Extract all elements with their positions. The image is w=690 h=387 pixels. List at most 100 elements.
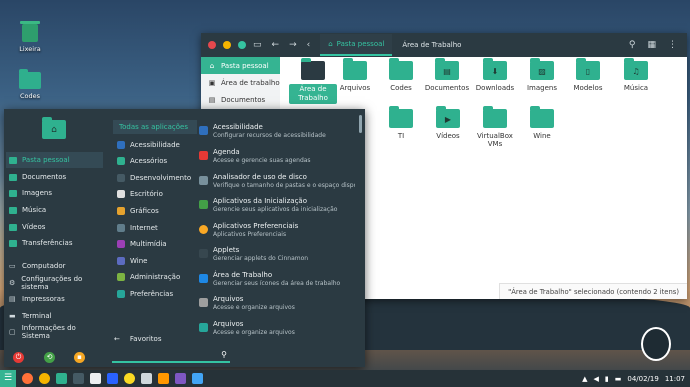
folder-icon bbox=[389, 58, 413, 80]
image-viewer-icon[interactable] bbox=[124, 373, 135, 384]
place-images[interactable]: Imagens bbox=[6, 185, 103, 201]
chevron-left-icon[interactable]: ‹ bbox=[307, 40, 311, 50]
calendar-icon bbox=[199, 151, 208, 160]
search-icon[interactable]: ⚲ bbox=[629, 40, 636, 50]
place-documents[interactable]: Documentos bbox=[6, 169, 103, 185]
sidebar-item-home[interactable]: ⌂ Pasta pessoal bbox=[201, 57, 280, 74]
file-item-downloads[interactable]: ⬇ Downloads bbox=[471, 58, 519, 92]
app-name: Arquivos bbox=[213, 320, 244, 328]
firefox-icon[interactable] bbox=[22, 373, 33, 384]
place-transfers[interactable]: Transferências bbox=[6, 235, 103, 251]
app-name: Aplicativos da Inicialização bbox=[213, 197, 308, 205]
place-label: Vídeos bbox=[22, 223, 46, 231]
file-item-modelos[interactable]: ▯ Modelos bbox=[564, 58, 612, 92]
terminal-icon[interactable] bbox=[73, 373, 84, 384]
system-computer[interactable]: ▭ Computador bbox=[6, 258, 103, 274]
category-item[interactable]: Desenvolvimento bbox=[117, 170, 201, 186]
vlc-icon[interactable] bbox=[158, 373, 169, 384]
mail-icon[interactable] bbox=[141, 373, 152, 384]
menu-button[interactable]: ☰ bbox=[0, 370, 16, 387]
forward-icon[interactable]: → bbox=[289, 40, 297, 50]
app-item[interactable]: Arquivos Acesse e organize arquivos bbox=[199, 320, 354, 344]
file-item-virtualbox[interactable]: VirtualBox VMs bbox=[471, 106, 519, 148]
category-item[interactable]: Acessórios bbox=[117, 153, 201, 169]
search-icon[interactable]: ⚲ bbox=[221, 350, 227, 359]
document-icon: ▤ bbox=[208, 95, 216, 104]
category-item[interactable]: Wine bbox=[117, 253, 201, 269]
breadcrumb-home[interactable]: ⌂ Pasta pessoal bbox=[320, 34, 393, 56]
favorites-button[interactable]: ← Favoritos bbox=[114, 335, 161, 343]
app-item[interactable]: Arquivos Acesse e organize arquivos bbox=[199, 295, 354, 319]
file-item-imagens[interactable]: ▨ Imagens bbox=[518, 58, 566, 92]
app-icon[interactable] bbox=[192, 373, 203, 384]
drive-icon[interactable]: ▭ bbox=[253, 40, 262, 50]
category-label: Multimídia bbox=[130, 240, 167, 248]
apps-scrollbar[interactable] bbox=[359, 115, 362, 133]
app-item[interactable]: Analisador de uso de disco Verifique o ta… bbox=[199, 173, 355, 197]
category-item[interactable]: Preferências bbox=[117, 286, 201, 302]
file-item-musica[interactable]: ♫ Música bbox=[612, 58, 660, 92]
files-icon[interactable] bbox=[56, 373, 67, 384]
category-item[interactable]: Multimídia bbox=[117, 236, 201, 252]
flag-icon[interactable]: ▬ bbox=[615, 375, 622, 383]
system-info[interactable]: ▢ Informações do Sistema bbox=[6, 324, 103, 340]
system-terminal[interactable]: ▬ Terminal bbox=[6, 308, 103, 324]
maximize-button[interactable] bbox=[238, 41, 246, 49]
category-item[interactable]: Acessibilidade bbox=[117, 137, 201, 153]
system-settings[interactable]: ⚙ Configurações do sistema bbox=[6, 275, 103, 291]
category-item[interactable]: Gráficos bbox=[117, 203, 201, 219]
app-item[interactable]: Applets Gerenciar applets do Cinnamon bbox=[199, 246, 354, 270]
file-item-arquivos[interactable]: Arquivos bbox=[331, 58, 379, 92]
app-item[interactable]: Agenda Acesse e gerencie suas agendas bbox=[199, 148, 354, 172]
desktop-icon-trash[interactable]: Lixeira bbox=[10, 21, 50, 53]
launcher-icon[interactable] bbox=[175, 373, 186, 384]
category-all[interactable]: Todas as aplicações bbox=[113, 120, 197, 134]
tray-time[interactable]: 11:07 bbox=[665, 375, 685, 383]
text-editor-icon[interactable] bbox=[90, 373, 101, 384]
category-item[interactable]: Escritório bbox=[117, 186, 201, 202]
tray-date[interactable]: 04/02/19 bbox=[627, 375, 658, 383]
file-item-wine[interactable]: Wine bbox=[518, 106, 566, 140]
file-item-ti[interactable]: TI bbox=[377, 106, 425, 140]
back-icon[interactable]: ← bbox=[272, 40, 280, 50]
place-home[interactable]: Pasta pessoal bbox=[6, 152, 103, 168]
app-item[interactable]: Área de Trabalho Gerenciar seus ícones da… bbox=[199, 271, 354, 295]
folder-icon bbox=[9, 189, 17, 197]
app-desc: Verifique o tamanho de pastas e o espaço… bbox=[213, 182, 355, 189]
sidebar-item-desktop[interactable]: ▣ Área de trabalho bbox=[201, 74, 280, 91]
app-item[interactable]: Aplicativos da Inicialização Gerencie seu… bbox=[199, 197, 354, 221]
file-item-desktop[interactable]: Área de Trabalho bbox=[289, 58, 337, 104]
file-item-label: Codes bbox=[390, 84, 412, 92]
breadcrumb-current[interactable]: Área de Trabalho bbox=[392, 41, 471, 49]
search-input[interactable] bbox=[112, 349, 212, 357]
app-item[interactable]: Acessibilidade Configurar recursos de ace… bbox=[199, 123, 354, 147]
system-printers[interactable]: ▤ Impressoras bbox=[6, 291, 103, 307]
music-folder-icon: ♫ bbox=[624, 58, 648, 80]
sidebar-item-documents[interactable]: ▤ Documentos bbox=[201, 91, 280, 108]
computer-icon: ▭ bbox=[9, 261, 16, 270]
place-music[interactable]: Música bbox=[6, 202, 103, 218]
lock-icon[interactable]: ▪ bbox=[74, 352, 85, 363]
file-item-videos[interactable]: ▶ Vídeos bbox=[424, 106, 472, 140]
grid-view-icon[interactable]: ▦ bbox=[647, 40, 656, 50]
shutdown-icon[interactable]: ⏻ bbox=[13, 352, 24, 363]
vscode-icon[interactable] bbox=[107, 373, 118, 384]
battery-icon[interactable]: ▮ bbox=[605, 375, 609, 383]
volume-icon[interactable]: ◀ bbox=[593, 375, 598, 383]
category-item[interactable]: Internet bbox=[117, 220, 201, 236]
desktop-icon-codes[interactable]: Codes bbox=[10, 69, 50, 100]
close-button[interactable] bbox=[208, 41, 216, 49]
category-item[interactable]: Administração bbox=[117, 269, 201, 285]
app-item[interactable]: Aplicativos Preferenciais Aplicativos Pre… bbox=[199, 222, 354, 246]
place-videos[interactable]: Vídeos bbox=[6, 219, 103, 235]
start-menu: ⌂ Pasta pessoal Documentos Imagens Músic… bbox=[4, 109, 365, 367]
file-item-documentos[interactable]: ▤ Documentos bbox=[423, 58, 471, 92]
folder-icon bbox=[483, 106, 507, 128]
logout-icon[interactable]: ⟲ bbox=[44, 352, 55, 363]
startup-icon bbox=[199, 200, 208, 209]
menu-icon[interactable]: ⋮ bbox=[668, 40, 677, 50]
chrome-icon[interactable] bbox=[39, 373, 50, 384]
minimize-button[interactable] bbox=[223, 41, 231, 49]
file-item-codes[interactable]: Codes bbox=[377, 58, 425, 92]
network-icon[interactable]: ▲ bbox=[582, 375, 587, 383]
